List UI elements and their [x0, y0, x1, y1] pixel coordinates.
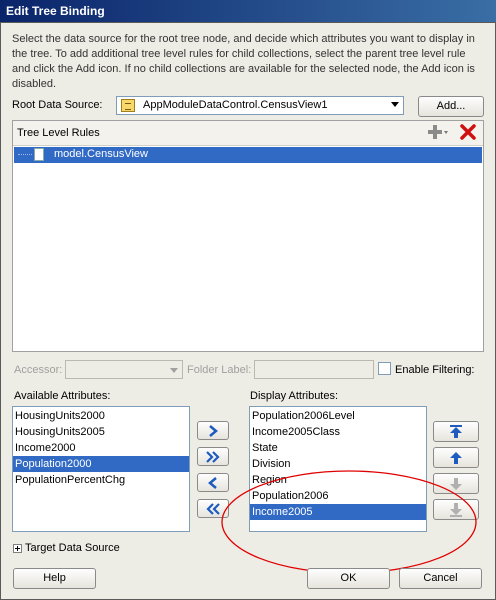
expand-icon[interactable] [13, 544, 22, 553]
available-attributes-label: Available Attributes: [14, 390, 111, 402]
window-title: Edit Tree Binding [6, 4, 105, 18]
list-item[interactable]: Income2005Class [250, 424, 426, 440]
list-item[interactable]: Income2000 [13, 440, 189, 456]
root-data-source-value: AppModuleDataControl.CensusView1 [143, 99, 328, 111]
folder-label-label: Folder Label: [187, 364, 252, 376]
list-item[interactable]: HousingUnits2000 [13, 408, 189, 424]
list-item[interactable]: HousingUnits2005 [13, 424, 189, 440]
title-bar: Edit Tree Binding [0, 0, 496, 22]
available-attributes-list[interactable]: HousingUnits2000 HousingUnits2005 Income… [12, 406, 190, 532]
list-item-selected[interactable]: Population2000 [13, 456, 189, 472]
list-item[interactable]: State [250, 440, 426, 456]
cancel-button[interactable]: Cancel [399, 568, 482, 589]
add-rule-icon[interactable] [428, 124, 450, 143]
root-data-source-label: Root Data Source: [12, 99, 103, 111]
chevron-down-icon [170, 368, 178, 373]
data-control-icon [121, 99, 135, 112]
delete-rule-icon[interactable] [460, 124, 476, 143]
accessor-label: Accessor: [14, 364, 63, 376]
enable-filtering-label: Enable Filtering: [395, 364, 475, 376]
instructions-text: Select the data source for the root tree… [12, 33, 475, 90]
accessor-combo[interactable] [65, 360, 183, 379]
enable-filtering-checkbox[interactable] [378, 362, 391, 375]
add-source-button[interactable]: Add... [418, 96, 484, 117]
tree-node-row[interactable]: model.CensusView [14, 147, 482, 163]
tree-node-label: model.CensusView [54, 148, 148, 160]
help-button[interactable]: Help [13, 568, 96, 589]
move-right-button[interactable] [197, 421, 229, 440]
move-all-right-button[interactable] [197, 447, 229, 466]
list-item[interactable]: PopulationPercentChg [13, 472, 189, 488]
list-item[interactable]: Population2006Level [250, 408, 426, 424]
ok-button[interactable]: OK [307, 568, 390, 589]
tree-connector-line [18, 154, 32, 155]
target-data-source-label[interactable]: Target Data Source [25, 542, 120, 554]
display-attributes-label: Display Attributes: [250, 390, 339, 402]
chevron-down-icon[interactable] [391, 102, 399, 107]
node-document-icon [34, 148, 44, 161]
root-data-source-combo[interactable]: AppModuleDataControl.CensusView1 [116, 96, 404, 115]
move-to-top-button[interactable] [433, 421, 479, 442]
folder-label-field[interactable] [254, 360, 374, 379]
tree-level-rules-title: Tree Level Rules [17, 127, 100, 139]
highlight-ellipse [221, 470, 477, 574]
